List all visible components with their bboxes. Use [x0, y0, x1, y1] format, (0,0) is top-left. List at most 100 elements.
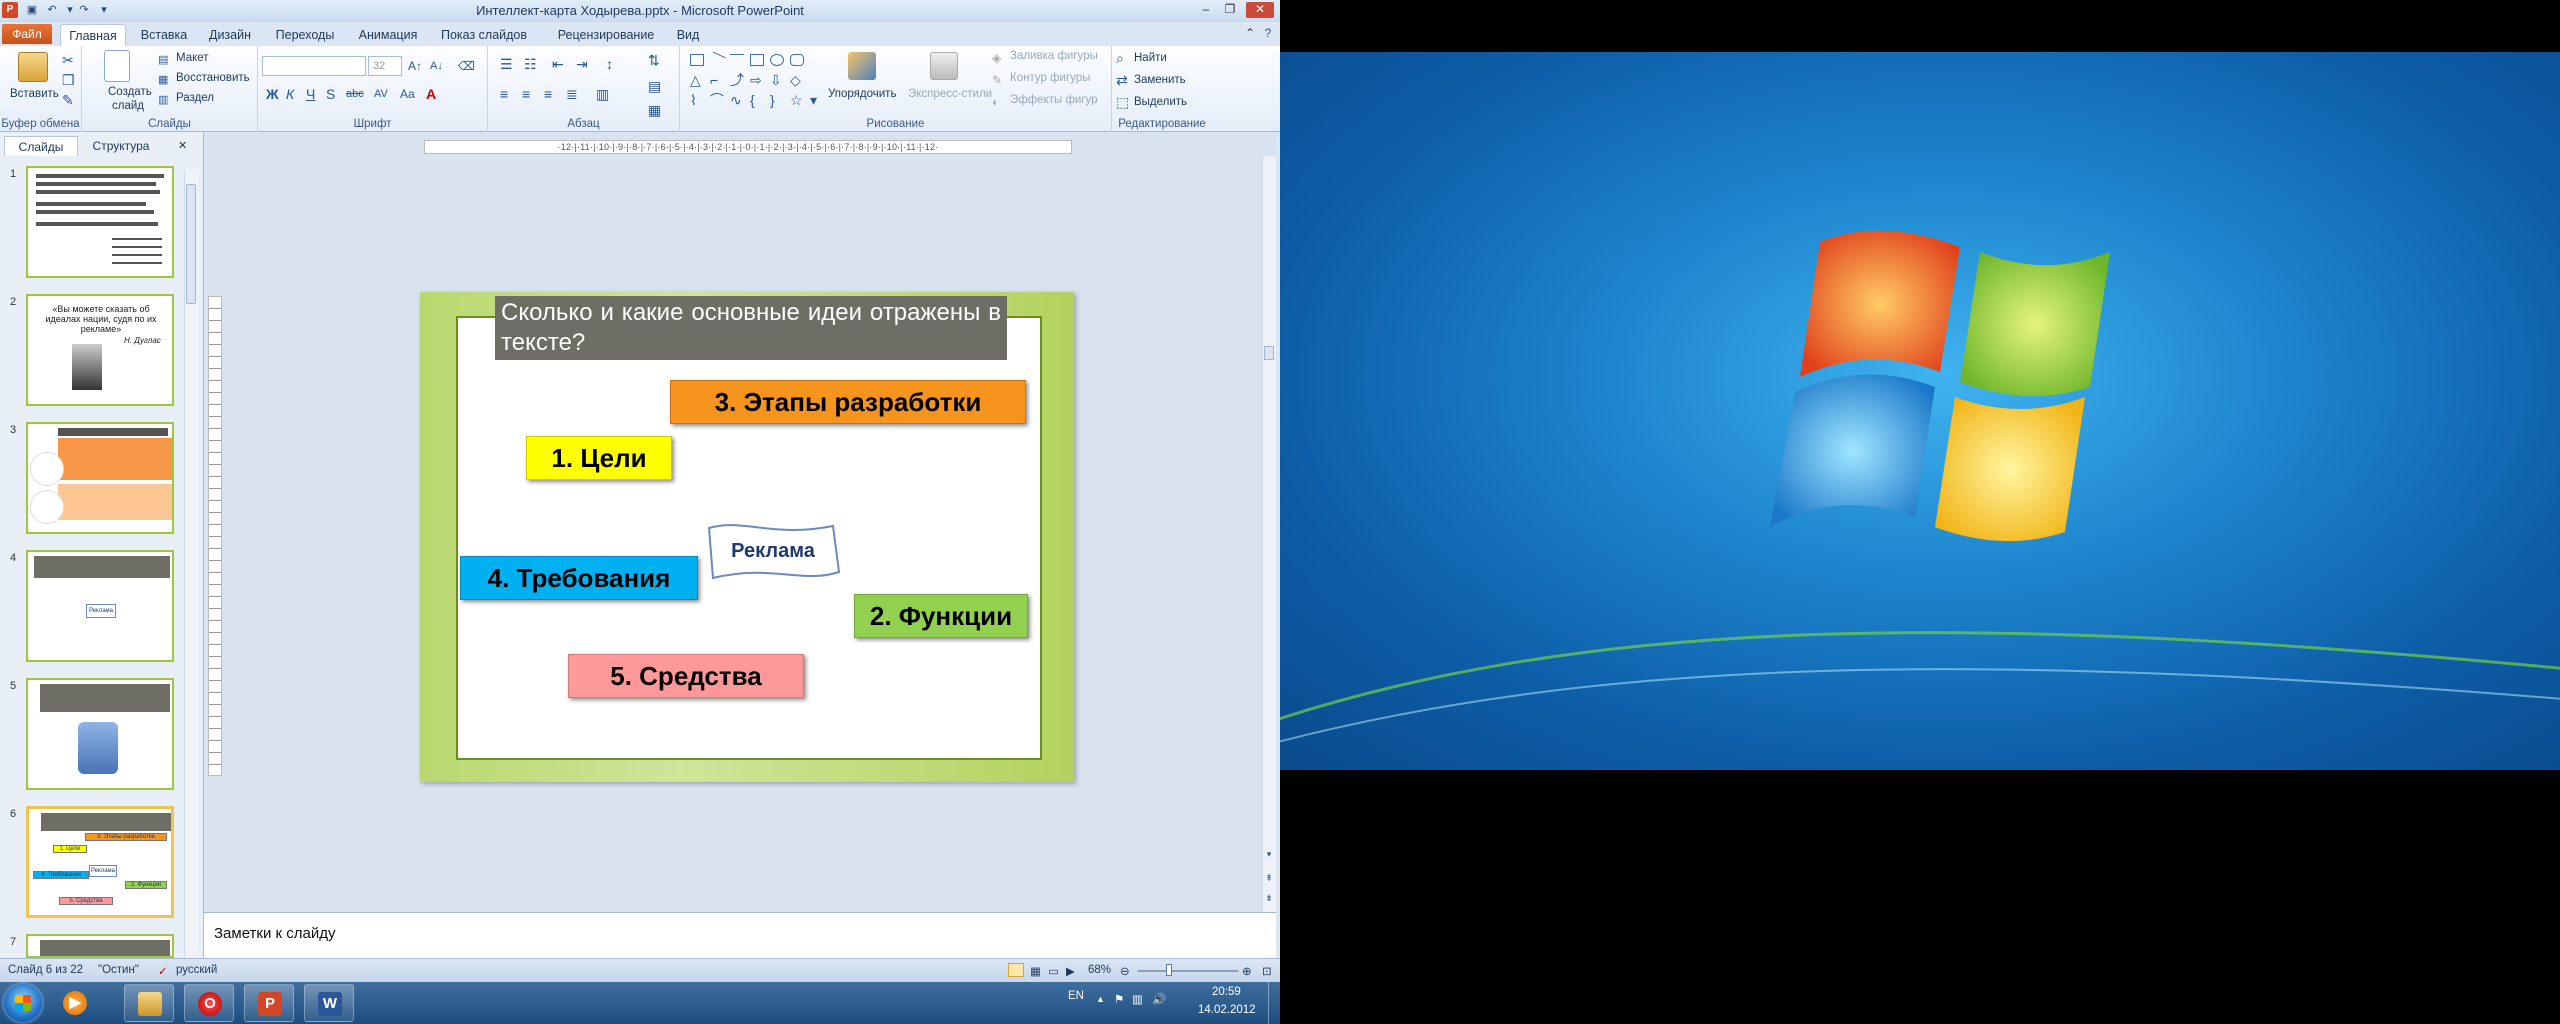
grow-font-icon[interactable]: A↑ — [408, 58, 422, 74]
arrange-button[interactable]: Упорядочить — [828, 88, 896, 100]
block-arrow-right-icon[interactable]: ⇨ — [750, 72, 762, 88]
tab-design[interactable]: Дизайн — [202, 24, 258, 46]
tab-slide-show[interactable]: Показ слайдов — [432, 24, 536, 46]
taskbar-media-player[interactable]: ▶ — [50, 984, 100, 1022]
normal-view-icon[interactable] — [1008, 963, 1024, 977]
new-slide-button-line2[interactable]: слайд — [112, 100, 144, 112]
align-text-icon[interactable]: ▤ — [648, 78, 661, 94]
arrow-shape-icon[interactable] — [730, 54, 744, 66]
new-slide-icon[interactable] — [104, 50, 130, 82]
rounded-rect-shape-icon[interactable] — [790, 54, 804, 66]
underline-button[interactable]: Ч — [306, 86, 315, 102]
slide-thumbnail-3[interactable] — [26, 422, 174, 534]
notes-pane[interactable]: Заметки к слайду — [204, 912, 1276, 958]
slide-thumbnail-2[interactable]: «Вы можете сказать об идеалах нации, суд… — [26, 294, 174, 406]
slide-thumbnail-5[interactable] — [26, 678, 174, 790]
line-spacing-icon[interactable]: ↕ — [606, 56, 613, 72]
language-indicator[interactable]: русский — [176, 964, 217, 976]
justify-icon[interactable]: ≣ — [566, 86, 578, 102]
align-right-icon[interactable]: ≡ — [544, 86, 552, 102]
align-center-icon[interactable]: ≡ — [522, 86, 530, 102]
find-button[interactable]: Найти — [1134, 52, 1167, 64]
elbow-connector-icon[interactable]: ⌐ — [710, 72, 718, 88]
show-desktop-button[interactable] — [1268, 982, 1280, 1024]
center-wave-shape[interactable]: Реклама — [703, 520, 843, 586]
close-icon[interactable]: ✕ — [1246, 2, 1274, 18]
replace-button[interactable]: Заменить — [1134, 74, 1186, 86]
bullets-icon[interactable]: ☰ — [500, 56, 513, 72]
shape-fill-button[interactable]: Заливка фигуры — [1010, 50, 1098, 62]
reset-button[interactable]: Восстановить — [176, 72, 250, 84]
shrink-font-icon[interactable]: A↓ — [430, 58, 443, 74]
new-slide-button[interactable]: Создать — [108, 86, 152, 98]
close-pane-icon[interactable]: ✕ — [178, 138, 187, 154]
action-center-flag-icon[interactable]: ⚑ — [1114, 992, 1124, 1006]
rectangle-shape-icon[interactable] — [750, 54, 764, 66]
text-direction-icon[interactable]: ⇅ — [648, 52, 660, 68]
slide-scroll-thumb[interactable] — [1264, 346, 1274, 360]
character-spacing-button[interactable]: AV — [374, 86, 388, 102]
network-icon[interactable]: ▥ — [1132, 992, 1143, 1006]
minimize-icon[interactable]: – — [1196, 2, 1216, 18]
font-color-button[interactable]: A — [426, 86, 436, 102]
zoom-in-icon[interactable]: ⊕ — [1242, 964, 1252, 978]
tab-insert[interactable]: Вставка — [134, 24, 194, 46]
section-button[interactable]: Раздел — [176, 92, 214, 104]
smartart-icon[interactable]: ▦ — [648, 102, 661, 118]
label-functions[interactable]: 2. Функции — [854, 594, 1028, 638]
change-case-button[interactable]: Aa — [400, 86, 415, 102]
label-stages[interactable]: 3. Этапы разработки — [670, 380, 1026, 424]
taskbar-word[interactable]: W — [304, 984, 354, 1022]
textbox-shape-icon[interactable] — [690, 54, 704, 66]
slide-thumbnail-7[interactable] — [26, 934, 174, 958]
format-painter-icon[interactable]: ✎ — [62, 92, 74, 108]
numbering-icon[interactable]: ☷ — [524, 56, 537, 72]
block-arrow-down-icon[interactable]: ⇩ — [770, 72, 782, 88]
paste-button[interactable]: Вставить — [10, 88, 59, 100]
start-button[interactable] — [4, 984, 42, 1022]
zoom-level[interactable]: 68% — [1088, 964, 1111, 976]
quick-styles-button[interactable]: Экспресс-стили — [908, 88, 992, 100]
paste-icon[interactable] — [18, 52, 48, 82]
strikethrough-button[interactable]: abc — [346, 86, 364, 102]
arrange-icon[interactable] — [848, 52, 876, 80]
brace-left-icon[interactable]: { — [750, 92, 755, 108]
wave-icon[interactable]: ∿ — [730, 92, 742, 108]
tab-outline[interactable]: Структура — [82, 136, 160, 156]
layout-button[interactable]: Макет — [176, 52, 209, 64]
cut-icon[interactable]: ✂ — [62, 52, 74, 68]
italic-button[interactable]: К — [286, 86, 294, 102]
thumbnail-scroll-thumb[interactable] — [186, 184, 196, 304]
brace-right-icon[interactable]: } — [770, 92, 775, 108]
reading-view-icon[interactable]: ▭ — [1048, 964, 1059, 978]
clock-time[interactable]: 20:59 — [1212, 986, 1241, 998]
tab-home[interactable]: Главная — [60, 24, 126, 46]
next-slide-icon[interactable]: ⇟ — [1263, 890, 1275, 906]
slide-question-textbox[interactable]: Сколько и какие основные идеи отражены в… — [495, 296, 1007, 360]
slide-show-icon[interactable]: ▶ — [1066, 964, 1075, 978]
curved-connector-icon[interactable]: ⤴ — [730, 72, 744, 88]
zoom-slider[interactable] — [1138, 970, 1238, 972]
tab-slides[interactable]: Слайды — [4, 136, 78, 156]
slide-thumbnail-4[interactable]: Реклама — [26, 550, 174, 662]
previous-slide-icon[interactable]: ⇞ — [1263, 870, 1275, 886]
slide-thumbnail-6-selected[interactable]: 3. Этапы разработки 1. Цели 4. Требовани… — [26, 806, 174, 918]
help-icon[interactable]: ? — [1258, 26, 1278, 42]
taskbar-explorer[interactable] — [124, 984, 174, 1022]
line-shape-icon[interactable] — [708, 51, 726, 69]
volume-icon[interactable]: 🔊 — [1152, 992, 1166, 1006]
slide-vertical-scrollbar[interactable]: ▾ ⇞ ⇟ — [1262, 156, 1276, 912]
shape-outline-button[interactable]: Контур фигуры — [1010, 72, 1090, 84]
tab-animation[interactable]: Анимация — [352, 24, 424, 46]
label-goals[interactable]: 1. Цели — [526, 436, 672, 480]
align-left-icon[interactable]: ≡ — [500, 86, 508, 102]
thumbnail-scrollbar[interactable] — [184, 170, 198, 960]
fit-to-window-icon[interactable]: ⊡ — [1262, 964, 1272, 978]
shadow-button[interactable]: S — [326, 86, 335, 102]
more-shapes-icon[interactable]: ▾ — [810, 92, 817, 108]
slide-sorter-icon[interactable]: ▦ — [1030, 964, 1041, 978]
zoom-out-icon[interactable]: ⊖ — [1120, 964, 1130, 978]
spellcheck-icon[interactable]: ✓ — [158, 964, 168, 978]
oval-shape-icon[interactable] — [770, 54, 784, 66]
label-requirements[interactable]: 4. Требования — [460, 556, 698, 600]
